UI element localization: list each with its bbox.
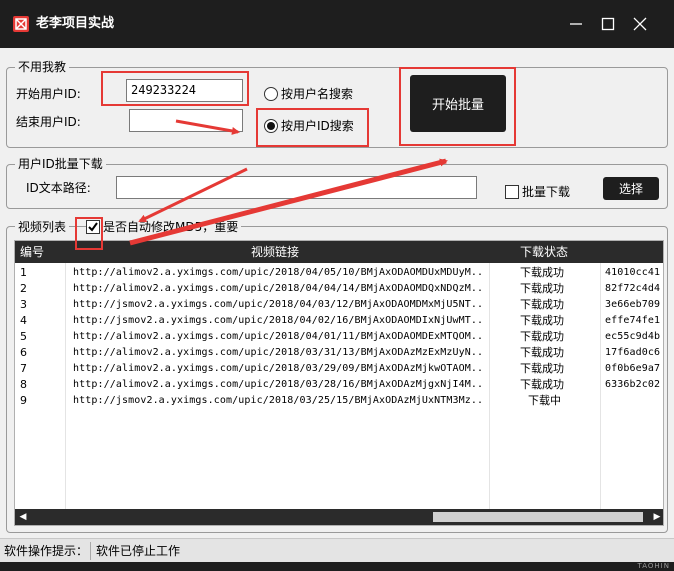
id-path-input[interactable]	[116, 176, 477, 199]
auto-md5-label: 是否自动修改MD5，重要	[103, 220, 239, 234]
cell-hash: ec55c9d4b	[605, 331, 661, 342]
close-button[interactable]	[628, 12, 652, 36]
search-by-userid-radio[interactable]: 按用户ID搜索	[264, 118, 354, 134]
batch-download-group-title: 用户ID批量下载	[15, 157, 106, 171]
scroll-right-icon[interactable]: ▶	[649, 509, 663, 525]
cell-hash	[605, 393, 663, 409]
start-id-input[interactable]: 249233224	[126, 79, 243, 102]
header-url[interactable]: 视频链接	[251, 241, 299, 263]
cell-no: 9	[20, 394, 27, 407]
cell-hash: 41010cc41	[605, 267, 661, 278]
cell-status: 下载成功	[520, 362, 564, 375]
cell-url: http://jsmov2.a.yximgs.com/upic/2018/03/…	[73, 395, 483, 406]
search-by-userid-label: 按用户ID搜索	[281, 119, 354, 133]
cell-hash: 3e66eb709	[605, 299, 661, 310]
table-row[interactable]: 1 http://alimov2.a.yximgs.com/upic/2018/0…	[15, 265, 663, 281]
maximize-icon	[601, 17, 615, 31]
table-row[interactable]: 5 http://alimov2.a.yximgs.com/upic/2018/0…	[15, 329, 663, 345]
cell-no: 6	[20, 346, 27, 359]
radio-circle	[264, 87, 278, 101]
cell-hash: 6336b2c02	[605, 379, 661, 390]
minimize-icon	[570, 23, 582, 25]
header-no[interactable]: 编号	[20, 241, 44, 263]
cell-hash: 0f0b6e9a7	[605, 363, 661, 374]
header-status[interactable]: 下载状态	[520, 241, 568, 263]
horizontal-scrollbar[interactable]: ◀ ▶	[15, 509, 663, 525]
status-message: 软件已停止工作	[96, 544, 181, 558]
cell-no: 1	[20, 266, 27, 279]
close-icon	[633, 17, 647, 31]
scroll-thumb[interactable]	[433, 512, 643, 522]
search-by-username-radio[interactable]: 按用户名搜索	[264, 86, 353, 102]
id-range-group	[6, 67, 668, 148]
minimize-button[interactable]	[564, 12, 588, 36]
status-label: 软件操作提示：	[4, 544, 89, 558]
cell-url: http://alimov2.a.yximgs.com/upic/2018/03…	[73, 363, 483, 374]
video-table[interactable]: 编号 视频链接 下载状态 1 http://alimov2.a.yximgs.co…	[14, 240, 664, 526]
table-row[interactable]: 7 http://alimov2.a.yximgs.com/upic/2018/0…	[15, 361, 663, 377]
cell-url: http://alimov2.a.yximgs.com/upic/2018/04…	[73, 331, 483, 342]
id-path-label: ID文本路径:	[26, 181, 91, 195]
cell-hash: 17f6ad0c6	[605, 347, 661, 358]
start-id-label: 开始用户ID:	[16, 87, 81, 101]
title-bar: 老李项目实战	[0, 0, 674, 48]
maximize-button[interactable]	[596, 12, 620, 36]
id-range-group-title: 不用我教	[15, 60, 70, 74]
checkbox-box	[505, 185, 519, 199]
cell-url: http://alimov2.a.yximgs.com/upic/2018/04…	[73, 267, 483, 278]
status-divider	[90, 542, 91, 560]
cell-no: 8	[20, 378, 27, 391]
cell-url: http://alimov2.a.yximgs.com/upic/2018/04…	[73, 283, 483, 294]
cell-url: http://jsmov2.a.yximgs.com/upic/2018/04/…	[73, 299, 483, 310]
watermark: TAOHIN	[637, 562, 670, 570]
table-row[interactable]: 4 http://jsmov2.a.yximgs.com/upic/2018/04…	[15, 313, 663, 329]
batch-download-label: 批量下载	[522, 185, 571, 199]
end-id-input[interactable]	[129, 109, 243, 132]
radio-selected-dot	[267, 122, 275, 130]
cell-status: 下载成功	[520, 282, 564, 295]
status-bar: 软件操作提示： 软件已停止工作	[0, 538, 674, 562]
window-title: 老李项目实战	[36, 16, 115, 31]
table-row[interactable]: 6 http://alimov2.a.yximgs.com/upic/2018/0…	[15, 345, 663, 361]
cell-status: 下载成功	[520, 298, 564, 311]
auto-md5-checkbox[interactable]: 是否自动修改MD5，重要	[86, 219, 242, 235]
cell-status: 下载成功	[520, 314, 564, 327]
bottom-strip: TAOHIN	[0, 562, 674, 571]
cell-hash: 82f72c4d4	[605, 283, 661, 294]
radio-circle	[264, 119, 278, 133]
start-batch-button[interactable]: 开始批量	[410, 75, 506, 132]
check-icon	[88, 222, 98, 232]
table-row[interactable]: 8 http://alimov2.a.yximgs.com/upic/2018/0…	[15, 377, 663, 393]
cell-status: 下载成功	[520, 330, 564, 343]
cell-status: 下载中	[528, 394, 561, 407]
video-list-group-title: 视频列表	[15, 220, 70, 234]
cell-url: http://alimov2.a.yximgs.com/upic/2018/03…	[73, 347, 483, 358]
scroll-left-icon[interactable]: ◀	[15, 509, 31, 525]
cell-no: 4	[20, 314, 27, 327]
cell-status: 下载成功	[520, 378, 564, 391]
cell-no: 7	[20, 362, 27, 375]
table-row[interactable]: 9 http://jsmov2.a.yximgs.com/upic/2018/03…	[15, 393, 663, 409]
cell-url: http://jsmov2.a.yximgs.com/upic/2018/04/…	[73, 315, 483, 326]
choose-file-button[interactable]: 选择	[603, 177, 659, 200]
app-logo-icon	[13, 16, 29, 32]
batch-download-checkbox[interactable]: 批量下载	[505, 184, 570, 200]
table-row[interactable]: 2 http://alimov2.a.yximgs.com/upic/2018/0…	[15, 281, 663, 297]
cell-url: http://alimov2.a.yximgs.com/upic/2018/03…	[73, 379, 483, 390]
end-id-label: 结束用户ID:	[16, 115, 81, 129]
checkbox-box	[86, 220, 100, 234]
cell-no: 2	[20, 282, 27, 295]
table-header: 编号 视频链接 下载状态	[15, 241, 663, 263]
cell-status: 下载成功	[520, 266, 564, 279]
cell-hash: effe74fe1	[605, 315, 661, 326]
search-by-username-label: 按用户名搜索	[281, 87, 354, 101]
cell-no: 3	[20, 298, 27, 311]
cell-no: 5	[20, 330, 27, 343]
table-row[interactable]: 3 http://jsmov2.a.yximgs.com/upic/2018/04…	[15, 297, 663, 313]
cell-status: 下载成功	[520, 346, 564, 359]
